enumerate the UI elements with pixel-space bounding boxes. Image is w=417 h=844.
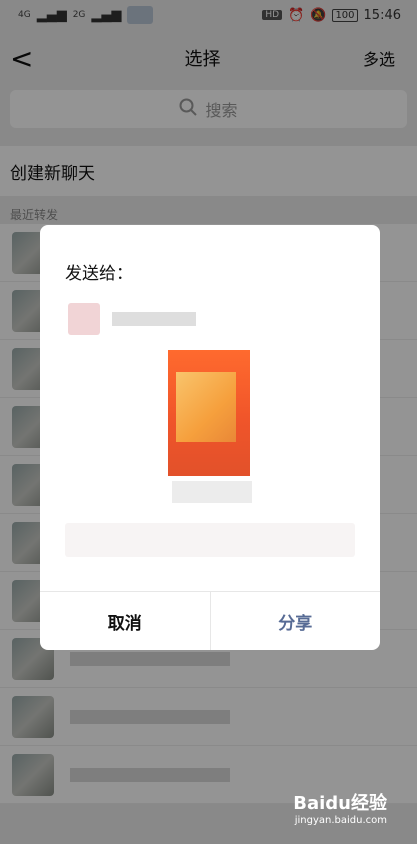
watermark-logo: Baidu经验 [293,793,387,814]
dialog-title: 发送给： [65,264,133,284]
recipient-avatar [68,303,100,335]
watermark: Baidu经验 jingyan.baidu.com [293,789,387,826]
cancel-button[interactable]: 取消 [40,592,211,650]
message-input[interactable] [65,523,355,557]
thumbnail-caption [172,481,252,503]
thumbnail-graphic [176,372,236,442]
share-button[interactable]: 分享 [211,592,381,650]
watermark-url: jingyan.baidu.com [294,815,387,826]
dialog-buttons: 取消 分享 [40,591,380,650]
send-to-dialog: 发送给： 取消 分享 [40,225,380,650]
shared-image-thumbnail [168,350,250,476]
recipient-name [112,312,196,326]
recipient [68,303,196,335]
